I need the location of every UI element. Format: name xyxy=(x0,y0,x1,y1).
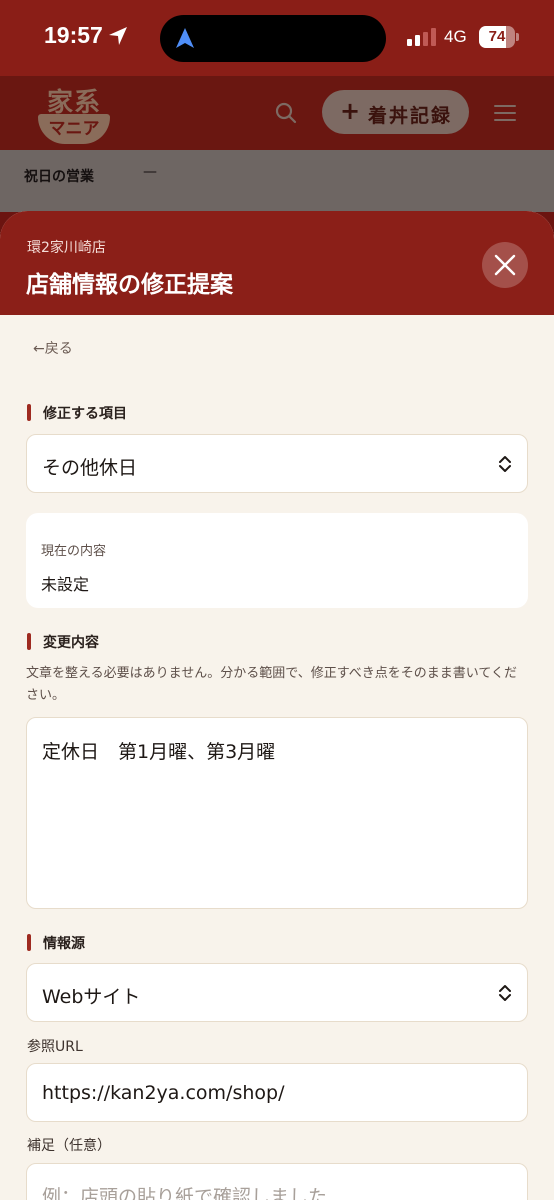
battery-percent: 74 xyxy=(488,28,506,45)
logo-text-bottom: マニア xyxy=(48,119,100,139)
background-content: 祝日の営業 — xyxy=(0,150,554,212)
hamburger-menu-icon[interactable] xyxy=(494,103,516,123)
note-placeholder: 例：店頭の貼り紙で確認しました xyxy=(42,1186,328,1200)
change-field-label: 変更内容 xyxy=(27,632,99,652)
item-select-value: その他休日 xyxy=(42,457,138,479)
record-bowl-button[interactable]: + 着丼記録 xyxy=(322,90,469,134)
status-bar: 19:57 4G 74 xyxy=(0,0,554,76)
chevron-up-down-icon xyxy=(499,985,511,1001)
note-label: 補足（任意） xyxy=(27,1138,111,1154)
reference-url-input[interactable]: https://kan2ya.com/shop/ xyxy=(26,1063,528,1122)
navigation-icon xyxy=(176,28,194,48)
record-button-label: 着丼記録 xyxy=(368,105,453,127)
reference-url-label: 参照URL xyxy=(27,1039,83,1055)
location-arrow-icon xyxy=(109,27,127,45)
search-icon[interactable] xyxy=(275,102,297,124)
current-content-card: 現在の内容 未設定 xyxy=(26,513,528,608)
note-input[interactable]: 例：店頭の貼り紙で確認しました xyxy=(26,1163,528,1200)
close-icon xyxy=(494,254,516,276)
item-select[interactable]: その他休日 xyxy=(26,434,528,493)
item-field-label: 修正する項目 xyxy=(27,403,127,423)
change-textarea[interactable]: 定休日 第1月曜、第3月曜 xyxy=(26,717,528,909)
plus-icon: + xyxy=(340,97,361,125)
chevron-up-down-icon xyxy=(499,456,511,472)
battery-icon: 74 xyxy=(479,26,519,48)
status-time: 19:57 xyxy=(44,22,103,48)
store-name: 環2家川崎店 xyxy=(27,240,106,256)
sheet-title: 店舗情報の修正提案 xyxy=(26,272,233,298)
reference-url-value: https://kan2ya.com/shop/ xyxy=(42,1082,285,1104)
network-type: 4G xyxy=(444,27,467,46)
app-header: 家系 マニア + 着丼記録 xyxy=(0,76,554,150)
back-link[interactable]: ←戻る xyxy=(33,338,73,358)
change-textarea-value: 定休日 第1月曜、第3月曜 xyxy=(42,741,276,763)
app-logo[interactable]: 家系 マニア xyxy=(34,80,114,148)
edit-suggestion-sheet: 環2家川崎店 店舗情報の修正提案 ←戻る 修正する項目 その他休日 現在の内容 … xyxy=(0,211,554,1200)
current-content-value: 未設定 xyxy=(41,575,90,594)
source-select[interactable]: Webサイト xyxy=(26,963,528,1022)
sheet-header: 環2家川崎店 店舗情報の修正提案 xyxy=(0,211,554,315)
cellular-signal-icon xyxy=(407,28,436,46)
source-select-value: Webサイト xyxy=(42,986,141,1008)
source-field-label: 情報源 xyxy=(27,933,85,953)
holiday-hours-value: — xyxy=(143,164,157,180)
close-button[interactable] xyxy=(482,242,528,288)
holiday-hours-label: 祝日の営業 xyxy=(24,169,94,185)
current-content-label: 現在の内容 xyxy=(41,544,107,559)
change-help-text: 文章を整える必要はありません。分かる範囲で、修正すべき点をそのまま書いてください… xyxy=(26,666,518,703)
